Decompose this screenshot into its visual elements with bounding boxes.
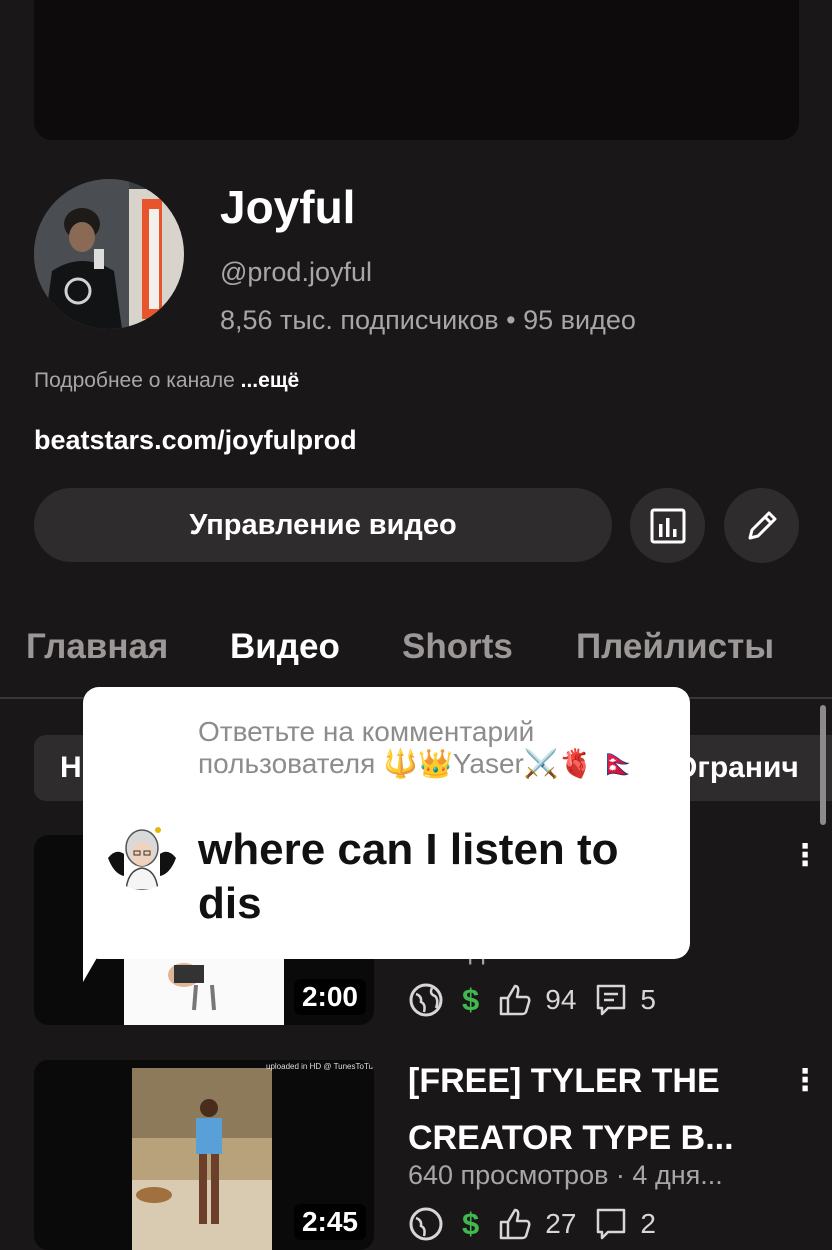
commenter-avatar [106, 818, 178, 890]
commenter-avatar-image [106, 818, 178, 890]
filter-chip-new-label: Н [60, 751, 82, 784]
about-label: Подробнее о канале [34, 369, 235, 392]
globe-icon [409, 1207, 443, 1241]
comment-text: where can I listen to dis [198, 825, 619, 928]
monetization-icon: $ [462, 1206, 480, 1241]
channel-banner [34, 0, 799, 140]
channel-name: Joyful [220, 181, 356, 233]
thumbs-up-icon [500, 984, 531, 1016]
video-thumbnail[interactable]: uploaded in HD @ TunesToTube.co... 2:45 [34, 1060, 374, 1250]
reply-to-text: Ответьте на комментарий пользователя 🔱👑Y… [198, 716, 637, 779]
comment-sticker-tail [83, 930, 113, 982]
thumbnail-watermark: uploaded in HD @ TunesToTube.co... [266, 1062, 374, 1071]
tab-home[interactable]: Главная [26, 627, 168, 667]
likes-count: 94 [545, 984, 577, 1015]
video-duration: 2:00 [293, 979, 366, 1015]
comments-icon [597, 1208, 626, 1240]
bar-chart-icon [650, 508, 685, 543]
tab-playlists[interactable]: Плейлисты [576, 627, 774, 667]
tab-videos[interactable]: Видео [230, 627, 340, 667]
edit-channel-button[interactable] [724, 488, 799, 563]
channel-avatar[interactable] [34, 179, 184, 329]
monetization-icon: $ [462, 982, 480, 1017]
channel-stats: 8,56 тыс. подписчиков • 95 видео [220, 305, 636, 335]
channel-handle: @prod.joyful [220, 257, 372, 287]
pencil-icon [748, 511, 776, 539]
video-stats-row: $ 27 2 [408, 1202, 656, 1246]
analytics-button[interactable] [630, 488, 705, 563]
tab-shorts[interactable]: Shorts [402, 627, 513, 667]
filter-chip-restricted-label: Огранич [674, 751, 799, 784]
channel-link[interactable]: beatstars.com/joyfulprod [34, 425, 357, 456]
likes-count: 27 [545, 1208, 577, 1239]
video-duration: 2:45 [293, 1204, 366, 1240]
channel-about[interactable]: Подробнее о канале ...ещё [34, 369, 299, 393]
comments-icon [597, 984, 626, 1016]
scrollbar[interactable] [820, 705, 826, 825]
globe-icon [409, 983, 443, 1017]
about-more-link[interactable]: ...ещё [241, 369, 300, 392]
more-options-icon[interactable]: ⋮ [790, 838, 820, 873]
comments-count: 2 [640, 1208, 656, 1239]
manage-videos-button[interactable]: Управление видео [34, 488, 612, 562]
comments-count: 5 [640, 984, 656, 1015]
video-meta: 640 просмотров · 4 дня... [408, 1160, 723, 1190]
video-title[interactable]: [FREE] TYLER THE CREATOR TYPE B... [408, 1053, 788, 1167]
more-options-icon[interactable]: ⋮ [790, 1063, 820, 1098]
avatar-photo [34, 179, 184, 329]
video-stats-row: $ 94 5 [408, 978, 656, 1022]
thumbs-up-icon [500, 1208, 531, 1240]
